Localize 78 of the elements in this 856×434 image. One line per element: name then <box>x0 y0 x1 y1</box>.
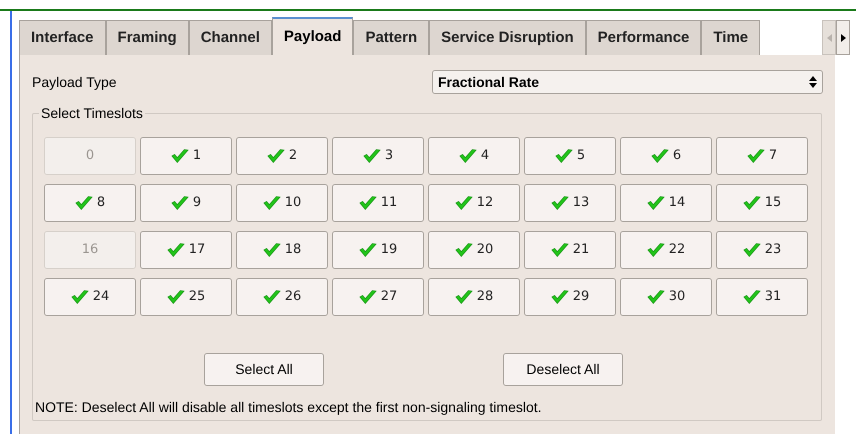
check-icon <box>74 196 93 210</box>
timeslot-button[interactable]: 8 <box>44 184 136 222</box>
up-down-arrows-icon <box>809 76 817 88</box>
check-icon <box>550 243 569 257</box>
check-icon <box>454 243 473 257</box>
payload-type-select[interactable]: Fractional Rate <box>432 70 823 94</box>
timeslot-button[interactable]: 22 <box>620 231 712 269</box>
timeslot-button[interactable]: 18 <box>236 231 328 269</box>
check-icon <box>262 290 281 304</box>
timeslot-button[interactable]: 29 <box>524 278 616 316</box>
timeslot-button[interactable]: 23 <box>716 231 808 269</box>
timeslot-button[interactable]: 27 <box>332 278 424 316</box>
action-button[interactable]: Select All <box>204 353 324 386</box>
timeslot-button[interactable]: 31 <box>716 278 808 316</box>
check-icon <box>742 243 761 257</box>
check-icon <box>266 149 285 163</box>
check-icon <box>746 149 765 163</box>
timeslot-button[interactable]: 2 <box>236 137 328 175</box>
check-icon <box>170 149 189 163</box>
timeslot-button[interactable]: 9 <box>140 184 232 222</box>
check-icon <box>262 243 281 257</box>
check-icon <box>646 290 665 304</box>
timeslot-button[interactable]: 20 <box>428 231 520 269</box>
payload-type-label: Payload Type <box>32 72 118 92</box>
timeslot-button[interactable]: 13 <box>524 184 616 222</box>
check-icon <box>458 149 477 163</box>
check-icon <box>454 290 473 304</box>
timeslot-button[interactable]: 15 <box>716 184 808 222</box>
note-text: NOTE: Deselect All will disable all timeslots except the first non-signaling timeslot. <box>35 398 543 417</box>
check-icon <box>554 149 573 163</box>
tab[interactable]: Channel <box>188 20 272 55</box>
timeslot-button[interactable]: 30 <box>620 278 712 316</box>
timeslot-button[interactable]: 5 <box>524 137 616 175</box>
check-icon <box>742 290 761 304</box>
right-arrow-icon <box>840 34 846 42</box>
timeslot-button[interactable]: 11 <box>332 184 424 222</box>
check-icon <box>70 290 89 304</box>
timeslot-button[interactable]: 25 <box>140 278 232 316</box>
timeslot-button[interactable]: 1 <box>140 137 232 175</box>
timeslot-button[interactable]: 6 <box>620 137 712 175</box>
timeslot-button[interactable]: 28 <box>428 278 520 316</box>
check-icon <box>650 149 669 163</box>
tab[interactable]: Pattern <box>353 20 430 55</box>
tab[interactable]: Performance <box>586 20 702 55</box>
check-icon <box>358 196 377 210</box>
timeslot-button[interactable]: 14 <box>620 184 712 222</box>
timeslot-button[interactable]: 10 <box>236 184 328 222</box>
timeslot-button[interactable]: 17 <box>140 231 232 269</box>
check-icon <box>454 196 473 210</box>
tab[interactable]: Service Disruption <box>429 20 586 55</box>
left-arrow-icon <box>826 34 832 42</box>
timeslot-button[interactable]: 24 <box>44 278 136 316</box>
check-icon <box>550 290 569 304</box>
check-icon <box>646 243 665 257</box>
check-icon <box>166 243 185 257</box>
check-icon <box>170 196 189 210</box>
check-icon <box>166 290 185 304</box>
tab[interactable]: Time <box>701 20 760 55</box>
timeslot-button[interactable]: 19 <box>332 231 424 269</box>
tab[interactable]: Interface <box>19 20 106 55</box>
tab[interactable]: Framing <box>106 20 189 55</box>
timeslot-button[interactable]: 7 <box>716 137 808 175</box>
timeslot-button[interactable]: 21 <box>524 231 616 269</box>
select-value: Fractional Rate <box>438 72 540 92</box>
action-button[interactable]: Deselect All <box>503 353 623 386</box>
check-icon <box>362 149 381 163</box>
timeslot-button[interactable]: 4 <box>428 137 520 175</box>
check-icon <box>742 196 761 210</box>
timeslot-button[interactable]: 26 <box>236 278 328 316</box>
check-icon <box>550 196 569 210</box>
tab[interactable]: Payload <box>272 17 354 55</box>
scroll-right-button[interactable] <box>836 20 850 55</box>
timeslot-button[interactable]: 3 <box>332 137 424 175</box>
check-icon <box>262 196 281 210</box>
check-icon <box>358 243 377 257</box>
check-icon <box>646 196 665 210</box>
timeslot-button[interactable]: 12 <box>428 184 520 222</box>
check-icon <box>358 290 377 304</box>
